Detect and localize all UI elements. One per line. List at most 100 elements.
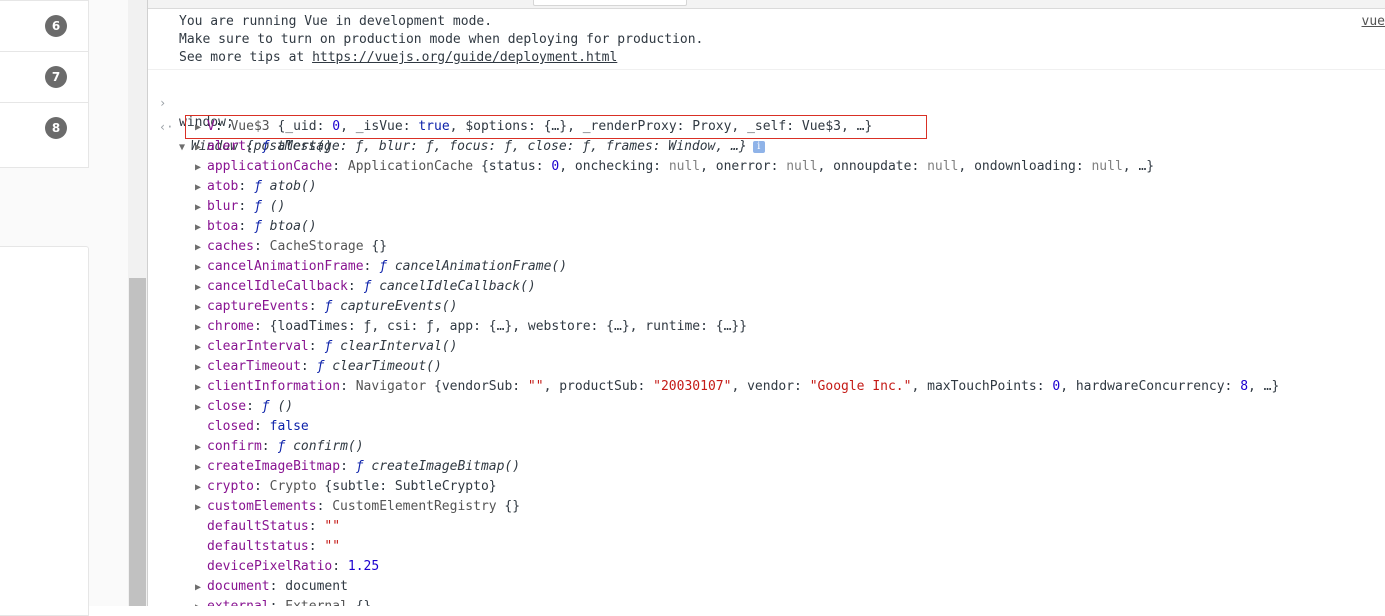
property-value: 0 (1052, 379, 1061, 394)
property-value: ƒ (355, 459, 372, 474)
property-value: btoa() (269, 219, 317, 234)
expand-triangle-icon[interactable]: ▶ (195, 198, 207, 218)
expand-triangle-icon[interactable]: ▶ (195, 378, 207, 398)
property-row-document[interactable]: ▶ document: document (195, 577, 348, 597)
console-result-line[interactable]: ‹· ▼ Window {postMessage: ƒ, blur: ƒ, foc… (148, 97, 1385, 154)
list-item[interactable]: 8 (0, 103, 88, 154)
property-value: , onchecking: (559, 159, 669, 174)
message-line: See more tips at https://vuejs.org/guide… (179, 49, 617, 67)
property-row-caches[interactable]: ▶ caches: CacheStorage {} (195, 237, 387, 257)
property-row-crypto[interactable]: ▶ crypto: Crypto {subtle: SubtleCrypto} (195, 477, 497, 497)
property-row-cancelIdleCallback[interactable]: ▶ cancelIdleCallback: ƒ cancelIdleCallbac… (195, 277, 536, 297)
property-key: applicationCache (207, 159, 333, 174)
property-row-applicationCache[interactable]: ▶ applicationCache: ApplicationCache {sta… (195, 157, 1154, 177)
property-key: customElements (207, 499, 317, 514)
property-row-clientInformation[interactable]: ▶ clientInformation: Navigator {vendorSub… (195, 377, 1279, 397)
property-key: document (207, 579, 270, 594)
property-separator: : (340, 459, 356, 474)
property-value: ƒ (261, 399, 278, 414)
list-item[interactable]: 7 (0, 52, 88, 103)
expand-triangle-icon[interactable]: ▶ (195, 398, 207, 418)
expand-triangle-icon[interactable]: ▶ (195, 438, 207, 458)
property-value: External (285, 599, 355, 606)
expand-triangle-icon[interactable]: ▶ (195, 318, 207, 338)
expand-triangle-icon[interactable]: ▶ (195, 338, 207, 358)
property-separator: : (332, 559, 348, 574)
expand-triangle-icon[interactable]: ▶ (195, 578, 207, 598)
property-value: ƒ (253, 199, 270, 214)
expand-triangle-icon[interactable]: ▶ (195, 358, 207, 378)
property-row-clearTimeout[interactable]: ▶ clearTimeout: ƒ clearTimeout() (195, 357, 442, 377)
property-separator: : (238, 179, 254, 194)
expand-triangle-icon[interactable]: ▶ (195, 458, 207, 478)
expand-triangle-icon[interactable]: ▶ (195, 158, 207, 178)
property-row-btoa[interactable]: ▶ btoa: ƒ btoa() (195, 217, 317, 237)
expand-triangle-icon[interactable]: ▶ (195, 598, 207, 606)
property-value: alert() (277, 139, 333, 154)
property-key: close (207, 399, 247, 414)
filter-input[interactable] (533, 0, 687, 6)
property-key: clearTimeout (207, 359, 301, 374)
property-separator: : (238, 199, 254, 214)
scrollbar-thumb[interactable] (129, 278, 146, 606)
property-value: clearTimeout() (332, 359, 442, 374)
property-row-clearInterval[interactable]: ▶ clearInterval: ƒ clearInterval() (195, 337, 457, 357)
property-value: ƒ (363, 279, 380, 294)
expand-triangle-icon[interactable]: ▶ (195, 218, 207, 238)
property-row-customElements[interactable]: ▶ customElements: CustomElementRegistry {… (195, 497, 520, 517)
property-separator: : (332, 159, 348, 174)
property-value: ƒ (261, 139, 278, 154)
property-row-createImageBitmap[interactable]: ▶ createImageBitmap: ƒ createImageBitmap(… (195, 457, 520, 477)
property-separator: : (300, 359, 317, 374)
property-value: , …} (1122, 159, 1155, 174)
property-key: caches (207, 239, 254, 254)
console-message-vue-dev: You are running Vue in development mode.… (148, 9, 1385, 70)
property-separator: : (270, 599, 286, 606)
property-row-blur[interactable]: ▶ blur: ƒ () (195, 197, 285, 217)
property-row-atob[interactable]: ▶ atob: ƒ atob() (195, 177, 317, 197)
page-scrollbar[interactable] (128, 0, 147, 606)
expand-triangle-icon[interactable]: ▶ (195, 298, 207, 318)
collapse-triangle-icon[interactable]: ▼ (179, 138, 191, 158)
property-value: "" (527, 379, 544, 394)
property-value: "20030107" (653, 379, 732, 394)
tips-link[interactable]: https://vuejs.org/guide/deployment.html (312, 50, 617, 65)
property-key: confirm (207, 439, 262, 454)
property-separator: : (308, 539, 325, 554)
property-row-close[interactable]: ▶ close: ƒ () (195, 397, 293, 417)
property-value: Navigator (355, 379, 434, 394)
expand-triangle-icon[interactable]: ▶ (195, 258, 207, 278)
property-row-external[interactable]: ▶external: External {} (195, 597, 371, 606)
property-value: cancelIdleCallback() (379, 279, 536, 294)
expand-triangle-icon[interactable]: ▶ (195, 478, 207, 498)
expand-triangle-icon[interactable]: ▶ (195, 238, 207, 258)
property-key: createImageBitmap (207, 459, 341, 474)
return-arrow-icon: ‹· (159, 120, 174, 134)
property-row-confirm[interactable]: ▶ confirm: ƒ confirm() (195, 437, 364, 457)
expand-triangle-icon[interactable]: ▶ (195, 178, 207, 198)
property-key: clientInformation (207, 379, 341, 394)
property-row-cancelAnimationFrame[interactable]: ▶ cancelAnimationFrame: ƒ cancelAnimation… (195, 257, 567, 277)
property-row-alert[interactable]: ▶ alert: ƒ alert() (195, 137, 332, 157)
property-value: "" (324, 539, 341, 554)
property-separator: : (308, 519, 325, 534)
property-value: null (668, 159, 701, 174)
expand-triangle-icon[interactable]: ▶ (195, 498, 207, 518)
property-value: Crypto (269, 479, 325, 494)
property-value: ƒ (324, 339, 341, 354)
property-value: CustomElementRegistry (332, 499, 505, 514)
property-value: , vendor: (731, 379, 810, 394)
property-key: closed (207, 419, 254, 434)
property-value: CacheStorage (269, 239, 372, 254)
source-link[interactable]: vue (1362, 13, 1385, 31)
property-key: alert (207, 139, 247, 154)
list-item[interactable]: 6 (0, 1, 88, 52)
info-icon[interactable]: i (752, 140, 765, 153)
property-separator: : (363, 259, 380, 274)
expand-triangle-icon[interactable]: ▶ (195, 138, 207, 158)
property-separator: : (253, 419, 270, 434)
property-value: {} (504, 499, 521, 514)
property-row-captureEvents[interactable]: ▶ captureEvents: ƒ captureEvents() (195, 297, 457, 317)
property-row-chrome[interactable]: ▶ chrome: {loadTimes: ƒ, csi: ƒ, app: {…}… (195, 317, 747, 337)
expand-triangle-icon[interactable]: ▶ (195, 278, 207, 298)
